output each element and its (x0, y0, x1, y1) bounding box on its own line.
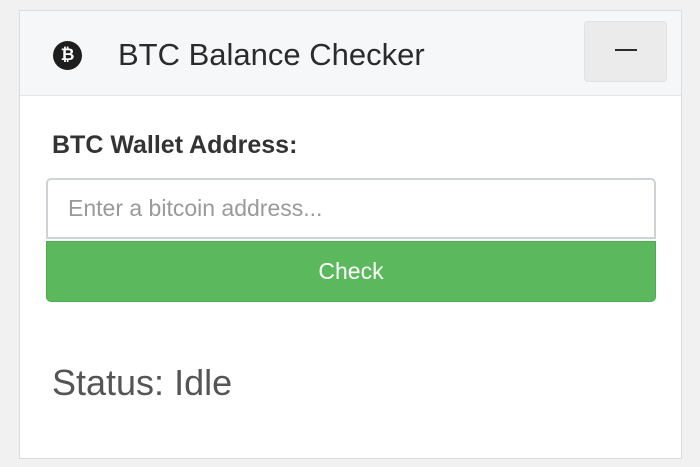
bitcoin-icon: ₿ (53, 41, 82, 70)
panel-title: BTC Balance Checker (118, 37, 425, 72)
wallet-address-label: BTC Wallet Address: (52, 131, 298, 159)
wallet-address-input[interactable] (46, 178, 656, 239)
status-text: Status: Idle (52, 362, 233, 403)
balance-checker-panel: ₿ BTC Balance Checker BTC Wallet Address… (19, 10, 682, 459)
check-button[interactable]: Check (46, 241, 656, 302)
panel-header: ₿ BTC Balance Checker (20, 11, 681, 96)
minus-icon (615, 49, 637, 51)
collapse-button[interactable] (584, 21, 667, 82)
